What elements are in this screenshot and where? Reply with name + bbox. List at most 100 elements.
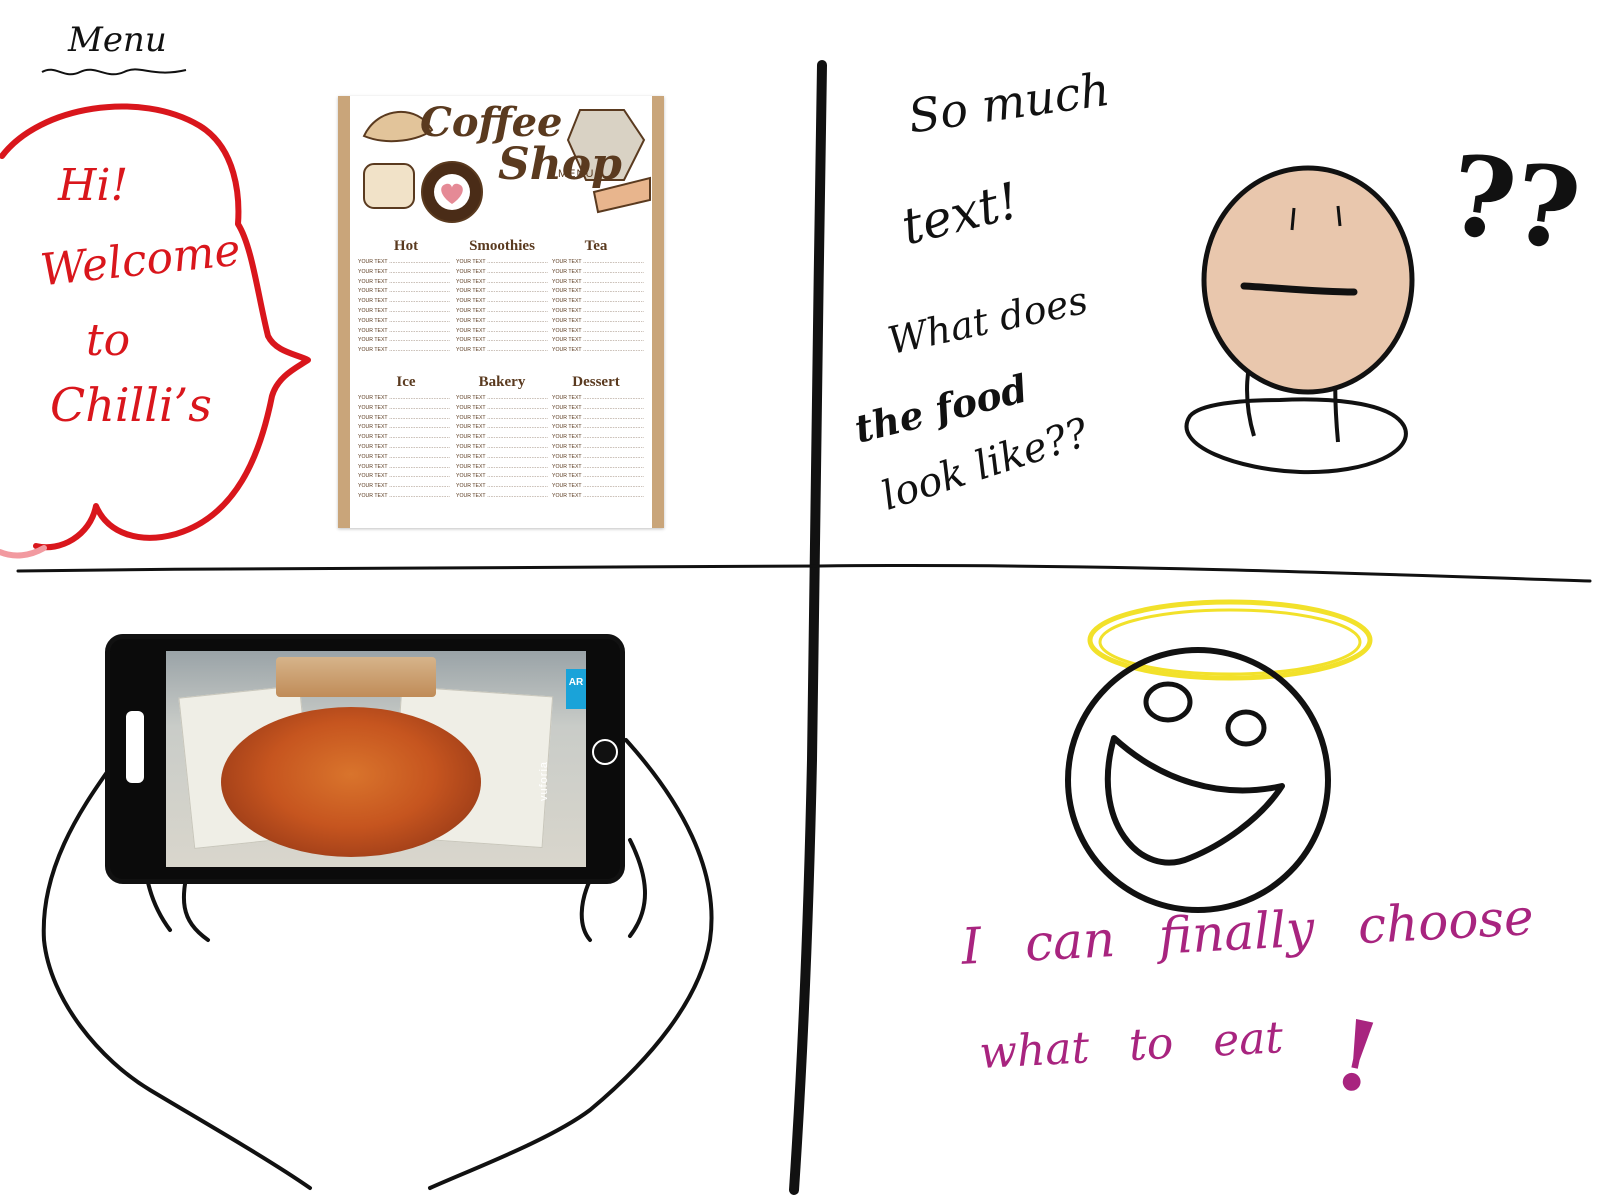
list-item: YOUR TEXT bbox=[358, 297, 450, 307]
ar-pizza-model bbox=[221, 707, 481, 857]
list-item: YOUR TEXT bbox=[456, 414, 548, 424]
list-item: YOUR TEXT bbox=[552, 404, 644, 414]
list-item: YOUR TEXT bbox=[552, 443, 644, 453]
list-item: YOUR TEXT bbox=[552, 394, 644, 404]
list-item: YOUR TEXT bbox=[456, 482, 548, 492]
menu-underline-squiggle bbox=[41, 68, 187, 76]
list-item: YOUR TEXT bbox=[456, 278, 548, 288]
eye-right bbox=[1336, 205, 1342, 227]
list-item: YOUR TEXT bbox=[552, 297, 644, 307]
section-list-bakery: YOUR TEXT YOUR TEXT YOUR TEXT YOUR TEXT … bbox=[456, 394, 548, 502]
list-item: YOUR TEXT bbox=[358, 317, 450, 327]
menu-card-image: Coffee Shop MENU Hot Smoothies Tea YOUR … bbox=[338, 96, 664, 528]
body-collar bbox=[1184, 397, 1408, 475]
head bbox=[1201, 165, 1415, 395]
list-item: YOUR TEXT bbox=[358, 404, 450, 414]
list-item: YOUR TEXT bbox=[456, 404, 548, 414]
list-item: YOUR TEXT bbox=[552, 492, 644, 502]
menu-brand-tag: MENU bbox=[558, 168, 595, 180]
list-item: YOUR TEXT bbox=[552, 463, 644, 473]
list-item: YOUR TEXT bbox=[358, 278, 450, 288]
list-item: YOUR TEXT bbox=[358, 472, 450, 482]
section-title-dessert: Dessert bbox=[572, 374, 620, 390]
list-item: YOUR TEXT bbox=[456, 336, 548, 346]
confused-figure bbox=[1184, 165, 1415, 475]
list-item: YOUR TEXT bbox=[456, 443, 548, 453]
list-item: YOUR TEXT bbox=[456, 287, 548, 297]
list-item: YOUR TEXT bbox=[358, 482, 450, 492]
section-title-bakery: Bakery bbox=[478, 374, 526, 390]
list-item: YOUR TEXT bbox=[358, 492, 450, 502]
list-item: YOUR TEXT bbox=[552, 423, 644, 433]
list-item: YOUR TEXT bbox=[358, 327, 450, 337]
list-item: YOUR TEXT bbox=[552, 433, 644, 443]
list-item: YOUR TEXT bbox=[358, 287, 450, 297]
vertical-divider bbox=[789, 60, 827, 1195]
list-item: YOUR TEXT bbox=[552, 258, 644, 268]
list-item: YOUR TEXT bbox=[552, 336, 644, 346]
big-smile bbox=[1104, 735, 1285, 866]
list-item: YOUR TEXT bbox=[552, 287, 644, 297]
phone-side-button bbox=[126, 711, 144, 783]
list-item: YOUR TEXT bbox=[552, 482, 644, 492]
list-item: YOUR TEXT bbox=[552, 307, 644, 317]
ar-badge: AR bbox=[566, 669, 586, 709]
list-item: YOUR TEXT bbox=[456, 423, 548, 433]
list-item: YOUR TEXT bbox=[552, 453, 644, 463]
toast-icon bbox=[363, 163, 415, 209]
speech-line-1: Hi! bbox=[58, 160, 129, 211]
list-item: YOUR TEXT bbox=[456, 346, 548, 356]
eye-left bbox=[1290, 207, 1296, 231]
phone-camera-icon bbox=[592, 739, 618, 765]
list-item: YOUR TEXT bbox=[456, 268, 548, 278]
list-item: YOUR TEXT bbox=[552, 346, 644, 356]
section-title-tea: Tea bbox=[584, 238, 608, 254]
section-title-smoothies: Smoothies bbox=[469, 238, 535, 254]
eye-left bbox=[1143, 681, 1193, 723]
list-item: YOUR TEXT bbox=[358, 414, 450, 424]
list-item: YOUR TEXT bbox=[358, 307, 450, 317]
list-item: YOUR TEXT bbox=[358, 268, 450, 278]
list-item: YOUR TEXT bbox=[552, 414, 644, 424]
comic-canvas: Menu Hi! Welcome to Chilli’s Coffee Shop… bbox=[0, 0, 1600, 1200]
happy-angel-face bbox=[1065, 599, 1373, 913]
section-title-ice: Ice bbox=[396, 374, 416, 390]
phone-screen-ar-view: AR vuforia bbox=[166, 651, 586, 867]
list-item: YOUR TEXT bbox=[456, 317, 548, 327]
section-list-smoothies: YOUR TEXT YOUR TEXT YOUR TEXT YOUR TEXT … bbox=[456, 258, 548, 356]
horizontal-divider bbox=[16, 564, 1592, 583]
list-item: YOUR TEXT bbox=[358, 453, 450, 463]
list-item: YOUR TEXT bbox=[552, 472, 644, 482]
list-item: YOUR TEXT bbox=[456, 433, 548, 443]
list-item: YOUR TEXT bbox=[552, 317, 644, 327]
list-item: YOUR TEXT bbox=[456, 394, 548, 404]
confused-question-marks: ?? bbox=[1441, 129, 1588, 276]
speech-bubble bbox=[0, 103, 311, 559]
list-item: YOUR TEXT bbox=[358, 394, 450, 404]
list-item: YOUR TEXT bbox=[456, 472, 548, 482]
speech-line-4: Chilli’s bbox=[50, 378, 212, 432]
menu-brand-top: Coffee bbox=[420, 99, 563, 146]
speech-line-3: to bbox=[86, 315, 131, 366]
section-list-dessert: YOUR TEXT YOUR TEXT YOUR TEXT YOUR TEXT … bbox=[552, 394, 644, 502]
menu-heading: Menu bbox=[68, 20, 167, 60]
list-item: YOUR TEXT bbox=[456, 453, 548, 463]
section-title-hot: Hot bbox=[393, 238, 419, 254]
smartphone: AR vuforia bbox=[105, 634, 625, 884]
eye-right bbox=[1225, 709, 1267, 747]
list-item: YOUR TEXT bbox=[456, 492, 548, 502]
list-item: YOUR TEXT bbox=[358, 258, 450, 268]
list-item: YOUR TEXT bbox=[358, 423, 450, 433]
list-item: YOUR TEXT bbox=[358, 433, 450, 443]
section-list-tea: YOUR TEXT YOUR TEXT YOUR TEXT YOUR TEXT … bbox=[552, 258, 644, 356]
section-list-ice: YOUR TEXT YOUR TEXT YOUR TEXT YOUR TEXT … bbox=[358, 394, 450, 502]
ar-food-preview bbox=[276, 657, 436, 697]
list-item: YOUR TEXT bbox=[358, 346, 450, 356]
list-item: YOUR TEXT bbox=[358, 463, 450, 473]
list-item: YOUR TEXT bbox=[456, 327, 548, 337]
list-item: YOUR TEXT bbox=[358, 336, 450, 346]
list-item: YOUR TEXT bbox=[358, 443, 450, 453]
list-item: YOUR TEXT bbox=[456, 463, 548, 473]
vuforia-watermark: vuforia bbox=[538, 760, 550, 801]
list-item: YOUR TEXT bbox=[456, 297, 548, 307]
